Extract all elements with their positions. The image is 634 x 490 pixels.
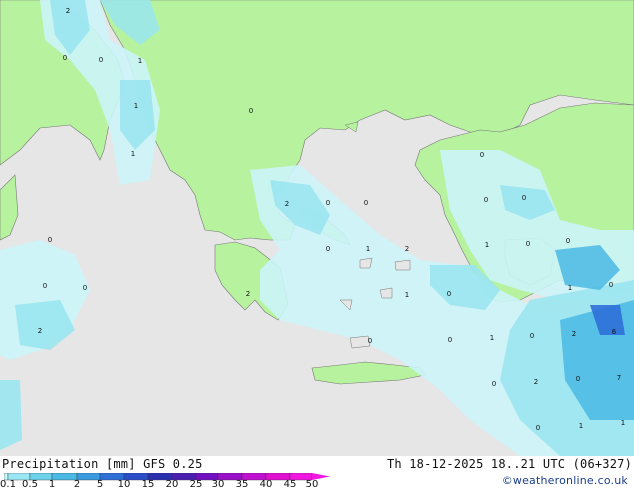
precip-value-label: 2 [405, 245, 409, 253]
island [394, 259, 411, 271]
precip-value-label: 0 [480, 151, 484, 159]
precip-value-label: 1 [490, 334, 494, 342]
precip-value-label: 0 [566, 237, 570, 245]
legend-title: Precipitation [mm] GFS 0.25 [2, 457, 203, 471]
scale-tick-label: 45 [283, 479, 297, 490]
scale-tick-label: 35 [235, 479, 249, 490]
scale-tick-label: 30 [211, 479, 225, 490]
scale-tick-label: 20 [165, 479, 179, 490]
legend-model: GFS 0.25 [143, 457, 203, 471]
precip-value-label: 1 [621, 419, 625, 427]
precip-southwest [0, 380, 22, 450]
precip-value-label: 0 [99, 56, 103, 64]
scale-tick-label: 15 [141, 479, 155, 490]
map-canvas: 2001011000022000010012102001010260270001… [0, 0, 634, 490]
precip-value-label: 2 [38, 327, 42, 335]
precip-value-label: 1 [485, 241, 489, 249]
scale-tick-label: 50 [305, 479, 319, 490]
precip-value-label: 0 [448, 336, 452, 344]
scale-tick-label: 10 [117, 479, 131, 490]
precip-value-label: 0 [326, 199, 330, 207]
precip-value-label: 1 [366, 245, 370, 253]
precip-value-label: 2 [572, 330, 576, 338]
precip-value-label: 0 [43, 282, 47, 290]
precip-value-label: 6 [612, 328, 617, 336]
island [379, 287, 393, 299]
precipitation-map: 2 0 0 1 0 1 1 0 0 0 0 2 2 0 0 0 0 1 0 0 1 2 1 0 2 0 0 1 0 1 0 2 6 0 2 7 0 0 0 1… [0, 0, 634, 456]
precip-value-label: 1 [405, 291, 409, 299]
scale-tick-label: 0.5 [22, 479, 38, 490]
credit-link[interactable]: ©weatheronline.co.uk [502, 474, 628, 487]
precip-value-label: 2 [285, 200, 289, 208]
precip-value-label: 0 [609, 281, 613, 289]
forecast-datetime: Th 18-12-2025 18..21 UTC (06+327) [386, 457, 632, 471]
precip-value-label: 0 [326, 245, 330, 253]
legend-footer: Precipitation [mm] GFS 0.25 Th 18-12-202… [0, 456, 634, 490]
scale-tick-label: 1 [48, 479, 56, 490]
precip-value-label: 7 [617, 374, 621, 382]
precip-value-label: 0 [249, 107, 253, 115]
island [359, 257, 373, 269]
precip-value-label: 0 [530, 332, 534, 340]
precip-value-label: 0 [536, 424, 540, 432]
precip-value-label: 0 [484, 196, 488, 204]
precip-value-label: 0 [526, 240, 530, 248]
precip-value-label: 0 [522, 194, 526, 202]
precip-value-label: 1 [138, 57, 142, 65]
scale-tick-label: 5 [96, 479, 104, 490]
precip-value-label: 0 [447, 290, 451, 298]
precip-value-label: 0 [364, 199, 368, 207]
scale-tick-label: 0.1 [0, 479, 16, 490]
precip-value-label: 0 [576, 375, 580, 383]
scale-tick-label: 2 [73, 479, 81, 490]
precip-value-label: 0 [492, 380, 496, 388]
precip-value-label: 1 [568, 284, 572, 292]
precip-value-label: 2 [246, 290, 250, 298]
precip-value-label: 0 [83, 284, 87, 292]
precip-value-label: 1 [579, 422, 583, 430]
legend-title-text: Precipitation [mm] [2, 457, 136, 471]
precip-value-label: 2 [534, 378, 538, 386]
precip-value-label: 2 [66, 7, 70, 15]
precip-value-label: 1 [131, 150, 135, 158]
precip-value-label: 0 [368, 337, 372, 345]
scale-tick-label: 40 [259, 479, 273, 490]
precip-value-label: 1 [134, 102, 138, 110]
precip-value-label: 0 [63, 54, 67, 62]
scale-tick-label: 25 [189, 479, 203, 490]
precip-value-label: 0 [48, 236, 52, 244]
